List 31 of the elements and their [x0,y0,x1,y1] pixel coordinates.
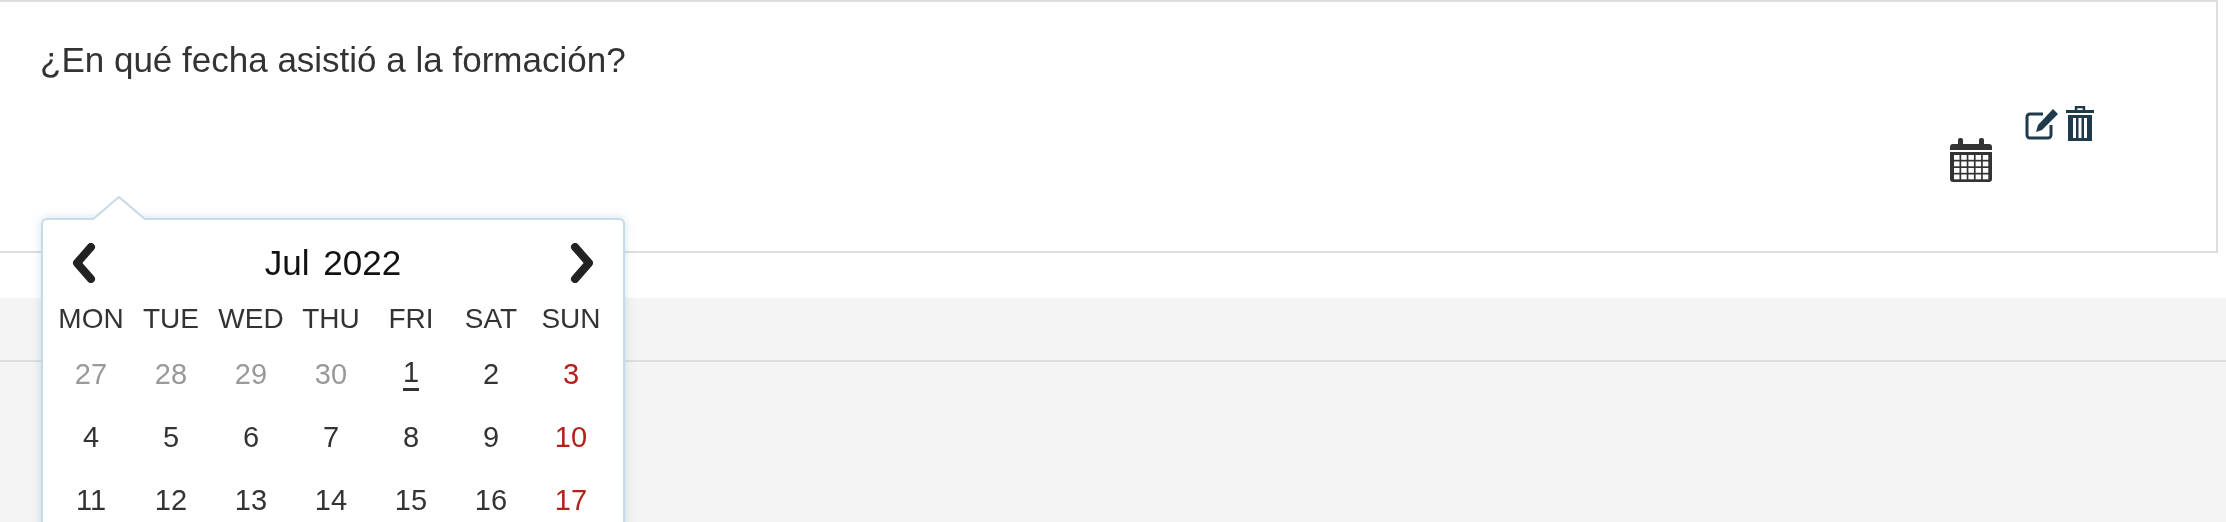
weekday-label: THU [301,302,361,336]
day-cell[interactable]: 2 [482,357,500,390]
day-cell[interactable]: 9 [482,420,500,453]
question-text: ¿En qué fecha asistió a la formación? [40,40,627,80]
day-cell[interactable]: 12 [154,483,188,516]
day-cell[interactable]: 1 [402,356,420,391]
day-cell[interactable]: 4 [82,420,100,453]
calendar-icon[interactable] [1950,138,1992,182]
day-cell[interactable]: 5 [162,420,180,453]
trash-icon[interactable] [2066,106,2094,142]
weekday-label: TUE [142,302,200,336]
weekday-label: SUN [540,302,602,336]
weekday-label: FRI [387,302,435,336]
previous-month-icon[interactable] [71,243,97,283]
day-cell[interactable]: 10 [554,420,588,453]
weekday-label: WED [217,302,285,336]
next-month-icon[interactable] [569,243,595,283]
month-title: Jul 2022 [264,243,402,283]
day-cell[interactable]: 8 [402,420,420,453]
day-cell[interactable]: 17 [554,483,588,516]
day-cell[interactable]: 3 [562,357,580,390]
edit-icon[interactable] [2025,108,2059,140]
day-cell[interactable]: 16 [474,483,508,516]
weekday-label: MON [57,302,125,336]
day-cell[interactable]: 14 [314,483,348,516]
day-cell[interactable]: 15 [394,483,428,516]
day-cell[interactable]: 11 [75,483,107,516]
day-cell[interactable]: 6 [242,420,260,453]
day-cell[interactable]: 7 [322,420,340,453]
weekday-label: SAT [463,302,519,336]
day-cell[interactable]: 13 [234,483,268,516]
